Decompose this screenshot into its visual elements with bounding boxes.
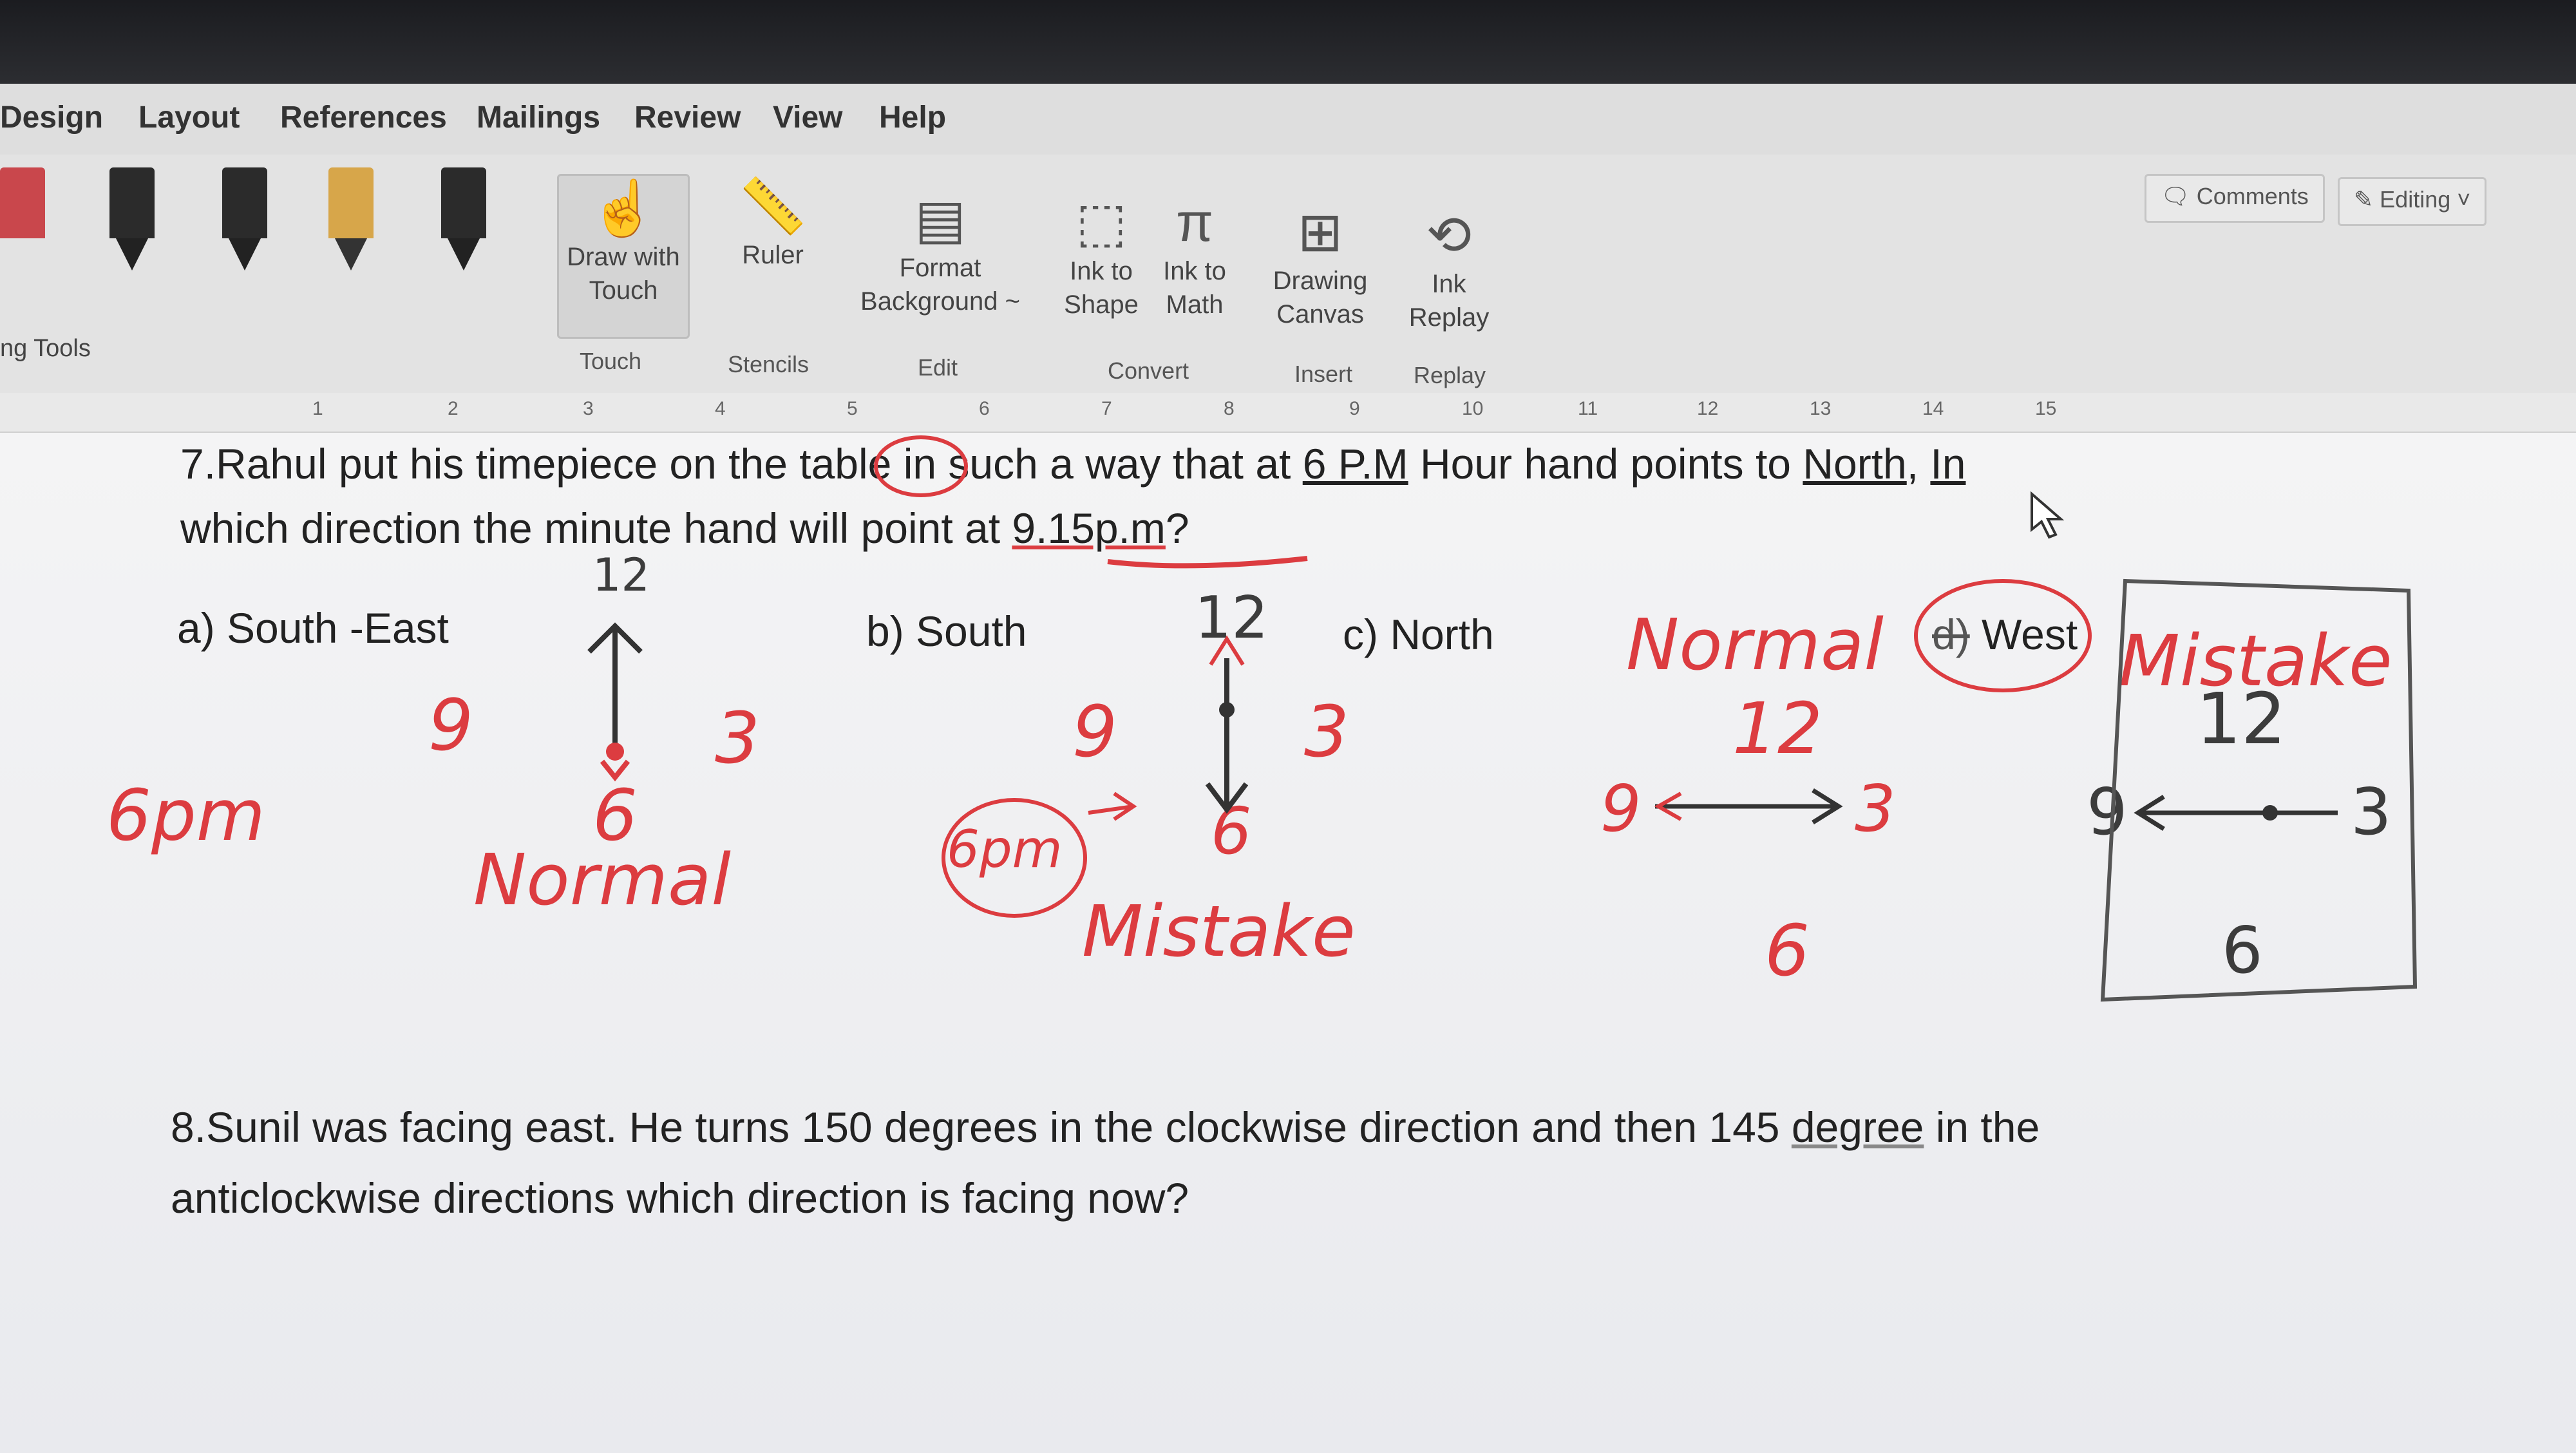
- comment-icon: 🗨: [2161, 183, 2197, 209]
- ink-replay-label-1: Ink: [1432, 270, 1466, 298]
- editing-mode-button[interactable]: ✎ Editing ˅: [2338, 177, 2487, 226]
- comments-label: Comments: [2196, 183, 2309, 209]
- ink-to-shape-label-1: Ink to: [1070, 257, 1133, 285]
- ruler-mark: 8: [1224, 398, 1235, 419]
- pencil-tool[interactable]: [441, 167, 486, 271]
- clock1-center: [606, 743, 624, 761]
- clock2-pointer-arrow: [1088, 792, 1137, 821]
- ruler-mark: 13: [1810, 398, 1832, 419]
- ink-replay-button[interactable]: ⟲ Ink Replay: [1401, 203, 1497, 334]
- ruler-mark: 5: [847, 398, 858, 419]
- clock4-center: [2262, 805, 2278, 821]
- highlighter-tool[interactable]: [328, 167, 374, 271]
- dark-pen-tool[interactable]: [222, 167, 267, 271]
- horizontal-ruler[interactable]: 1 2 3 4 5 6 7 8 9 10 11 12 13 14 15: [0, 393, 2576, 433]
- ruler-mark: 6: [979, 398, 990, 419]
- tab-help[interactable]: Help: [879, 100, 946, 135]
- ruler-icon: 📏: [739, 176, 807, 236]
- ruler-button[interactable]: 📏 Ruler: [721, 174, 824, 272]
- clock2-time-circle: [942, 798, 1087, 918]
- ink-replay-label-2: Replay: [1408, 303, 1490, 332]
- draw-with-touch-label-1: Draw with: [567, 243, 680, 271]
- ruler-mark: 7: [1101, 398, 1112, 419]
- screen: Design Layout References Mailings Review…: [0, 0, 2576, 1453]
- drawing-canvas-button[interactable]: ⊞ Drawing Canvas: [1262, 200, 1378, 331]
- tab-design[interactable]: Design: [0, 100, 103, 135]
- ink-to-shape-label-2: Shape: [1064, 290, 1139, 319]
- ribbon-tab-bar: Design Layout References Mailings Review…: [0, 84, 2576, 155]
- tab-mailings[interactable]: Mailings: [477, 100, 600, 135]
- format-background-label-2: Background ~: [860, 287, 1020, 316]
- ruler-mark: 9: [1349, 398, 1360, 419]
- comments-button[interactable]: 🗨 Comments: [2145, 174, 2325, 223]
- draw-with-touch-button[interactable]: ☝ Draw with Touch: [557, 174, 690, 339]
- ruler-mark: 15: [2035, 398, 2057, 419]
- editing-label: Editing ˅: [2380, 186, 2471, 213]
- tab-view[interactable]: View: [773, 100, 843, 135]
- ruler-mark: 10: [1462, 398, 1484, 419]
- tools-group-label: ng Tools: [0, 335, 91, 362]
- document-page[interactable]: 7.Rahul put his timepiece on the table i…: [0, 433, 2576, 1453]
- underline-stroke: [1107, 556, 1308, 569]
- convert-group-label: Convert: [1108, 357, 1189, 384]
- black-pen-tool[interactable]: [109, 167, 155, 271]
- ruler-mark: 11: [1578, 398, 1598, 419]
- drawing-canvas-label-2: Canvas: [1276, 300, 1364, 328]
- ink-to-math-label-2: Math: [1166, 290, 1224, 319]
- mouse-cursor-icon: [2031, 491, 2065, 539]
- drawing-canvas-label-1: Drawing: [1273, 267, 1368, 295]
- ink-replay-icon: ⟲: [1426, 205, 1472, 265]
- pencil-icon: ✎: [2354, 186, 2380, 213]
- ruler-mark: 2: [448, 398, 459, 419]
- replay-group-label: Replay: [1414, 362, 1486, 388]
- draw-ribbon: ng Tools ☝ Draw with Touch 📏 Ruler ▤ For…: [0, 155, 2576, 395]
- tab-review[interactable]: Review: [634, 100, 741, 135]
- stencils-group-label: Stencils: [728, 351, 810, 377]
- clock1-minute-arrowhead: [600, 759, 630, 782]
- ruler-mark: 14: [1922, 398, 1944, 419]
- drawing-canvas-icon: ⊞: [1297, 202, 1343, 262]
- monitor-bezel: [0, 0, 2576, 84]
- touch-group-label: Touch: [580, 348, 642, 374]
- ruler-label: Ruler: [742, 241, 804, 269]
- tab-references[interactable]: References: [280, 100, 447, 135]
- ink-to-shape-icon: ⬚: [1075, 192, 1127, 252]
- draw-with-touch-label-2: Touch: [589, 276, 658, 305]
- tab-layout[interactable]: Layout: [138, 100, 240, 135]
- format-background-icon: ▤: [914, 189, 966, 249]
- ruler-mark: 12: [1697, 398, 1719, 419]
- edit-group-label: Edit: [918, 354, 958, 381]
- insert-group-label: Insert: [1294, 361, 1353, 387]
- ruler-mark: 3: [583, 398, 594, 419]
- ink-to-math-button[interactable]: π Ink to Math: [1153, 190, 1236, 321]
- ink-to-math-label-1: Ink to: [1163, 257, 1226, 285]
- ink-to-shape-button[interactable]: ⬚ Ink to Shape: [1056, 190, 1146, 321]
- answer-circle: [1914, 579, 2092, 692]
- circle-stroke: [874, 435, 968, 497]
- hand-pointer-icon: ☝: [589, 178, 658, 238]
- clock2-center: [1219, 702, 1235, 717]
- ruler-mark: 1: [312, 398, 323, 419]
- red-pen-tool[interactable]: [0, 167, 45, 271]
- ink-to-math-icon: π: [1176, 192, 1213, 252]
- ink-strokes: [587, 435, 2418, 1002]
- format-background-button[interactable]: ▤ Format Background ~: [847, 187, 1034, 318]
- ruler-mark: 4: [715, 398, 726, 419]
- clock4-frame: [2100, 578, 2418, 1002]
- format-background-label-1: Format: [899, 254, 981, 282]
